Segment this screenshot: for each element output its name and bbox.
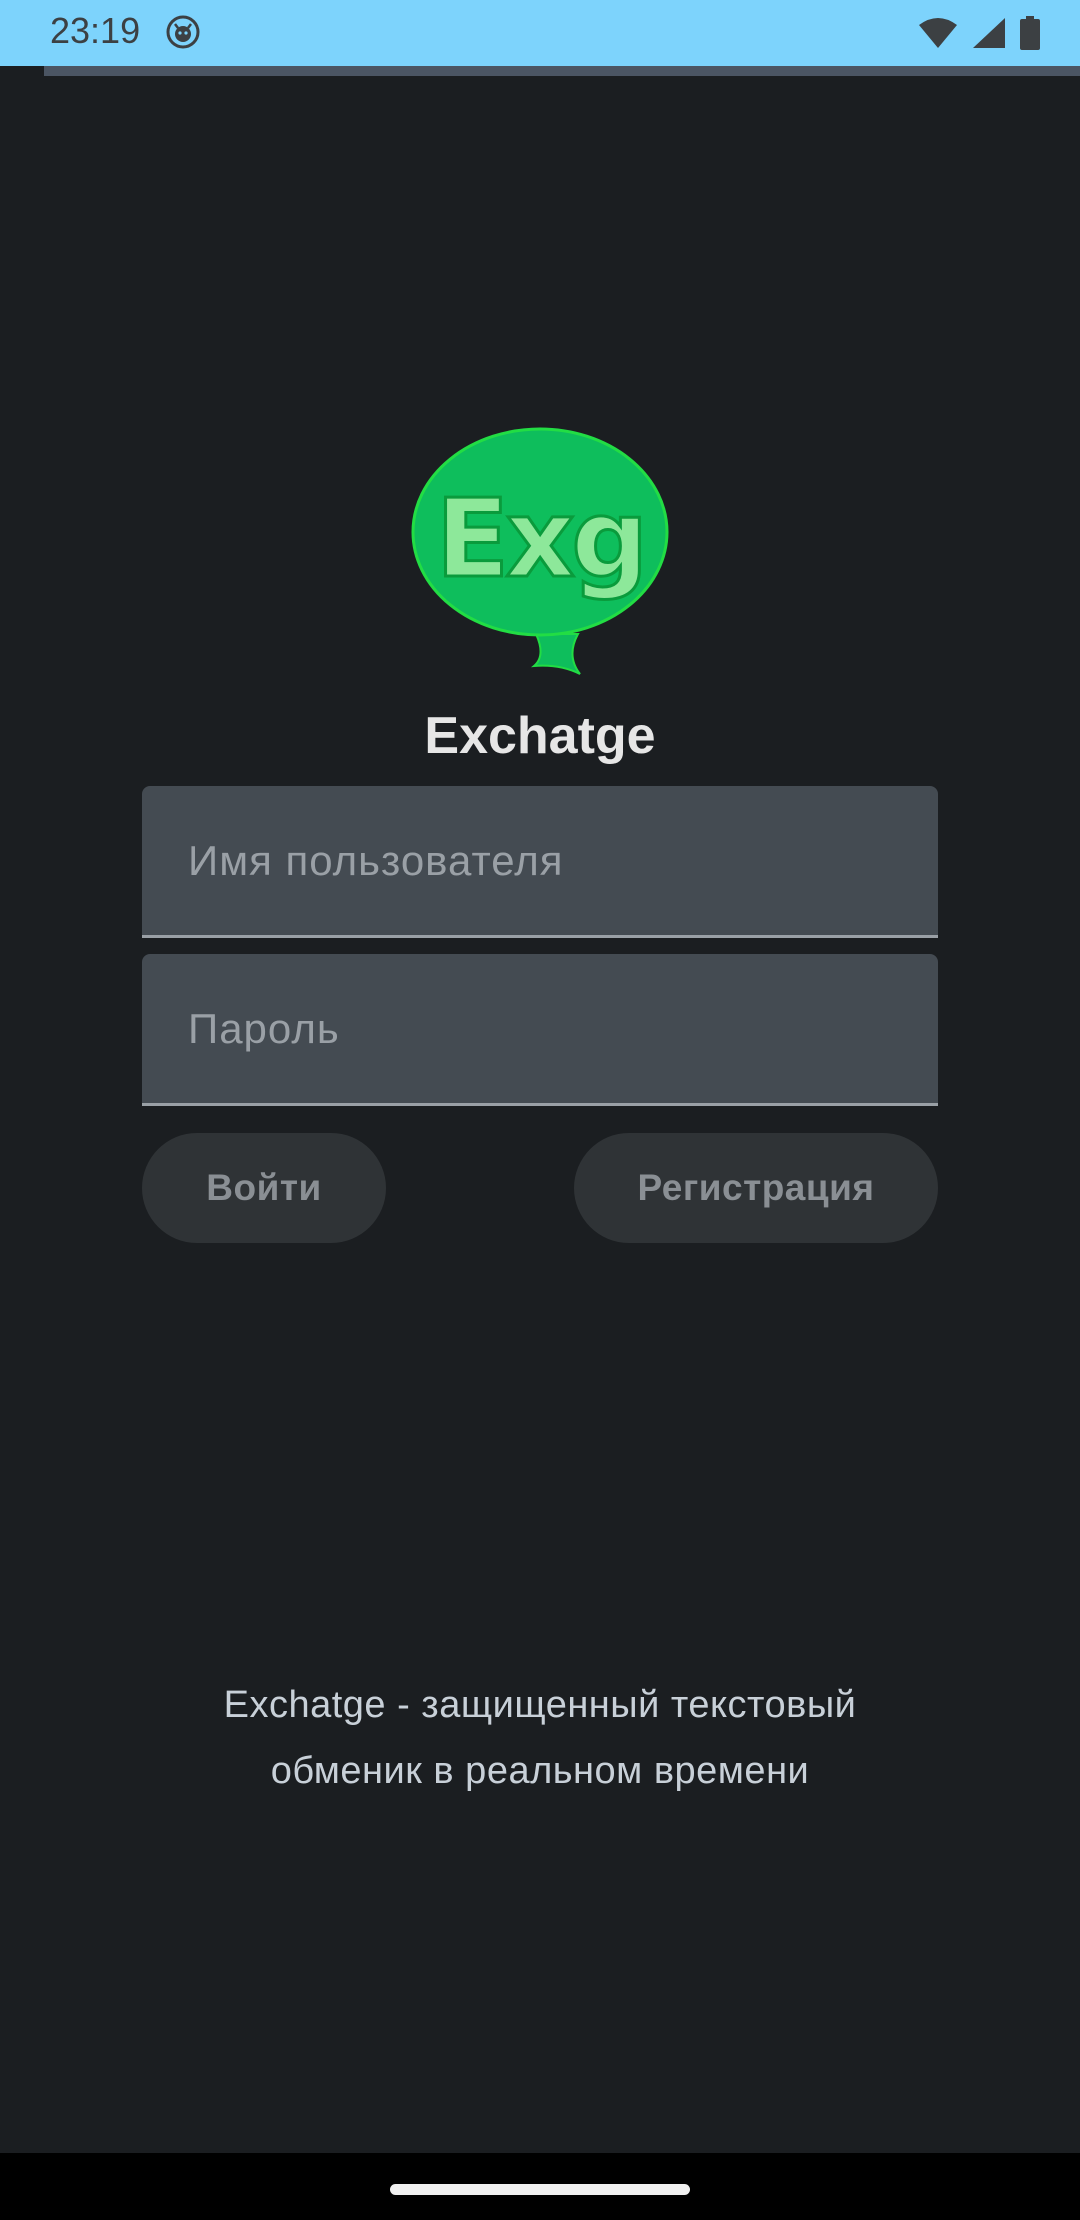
logo-bubble-tail <box>530 633 581 675</box>
status-bar: 23:19 <box>0 0 1080 66</box>
app-tagline: Exchatge - защищенный текстовый обменик … <box>0 1672 1080 1804</box>
battery-icon <box>1020 16 1040 50</box>
app-notification-icon <box>166 15 200 49</box>
home-gesture-handle[interactable] <box>390 2184 690 2195</box>
login-screen: 23:19 Exg Exchatge Имя пользователя Войт… <box>0 0 1080 2220</box>
wifi-icon <box>919 18 957 48</box>
login-button[interactable]: Войти <box>142 1133 386 1243</box>
status-icons <box>918 14 1040 52</box>
tagline-line-1: Exchatge - защищенный текстовый <box>223 1684 857 1726</box>
status-divider <box>44 66 1080 76</box>
register-button[interactable]: Регистрация <box>574 1133 938 1243</box>
password-field[interactable] <box>142 954 938 1106</box>
navigation-bar <box>0 2153 1080 2220</box>
status-time: 23:19 <box>50 10 141 51</box>
password-input[interactable] <box>142 954 938 1103</box>
tagline-line-2: обменик в реальном времени <box>270 1750 810 1792</box>
logo-text: Exg <box>436 477 645 602</box>
username-input[interactable] <box>142 786 938 935</box>
username-field[interactable] <box>142 786 938 938</box>
cellular-signal-icon <box>973 18 1005 48</box>
logo: Exg <box>411 427 669 675</box>
app-name: Exchatge <box>424 707 656 765</box>
